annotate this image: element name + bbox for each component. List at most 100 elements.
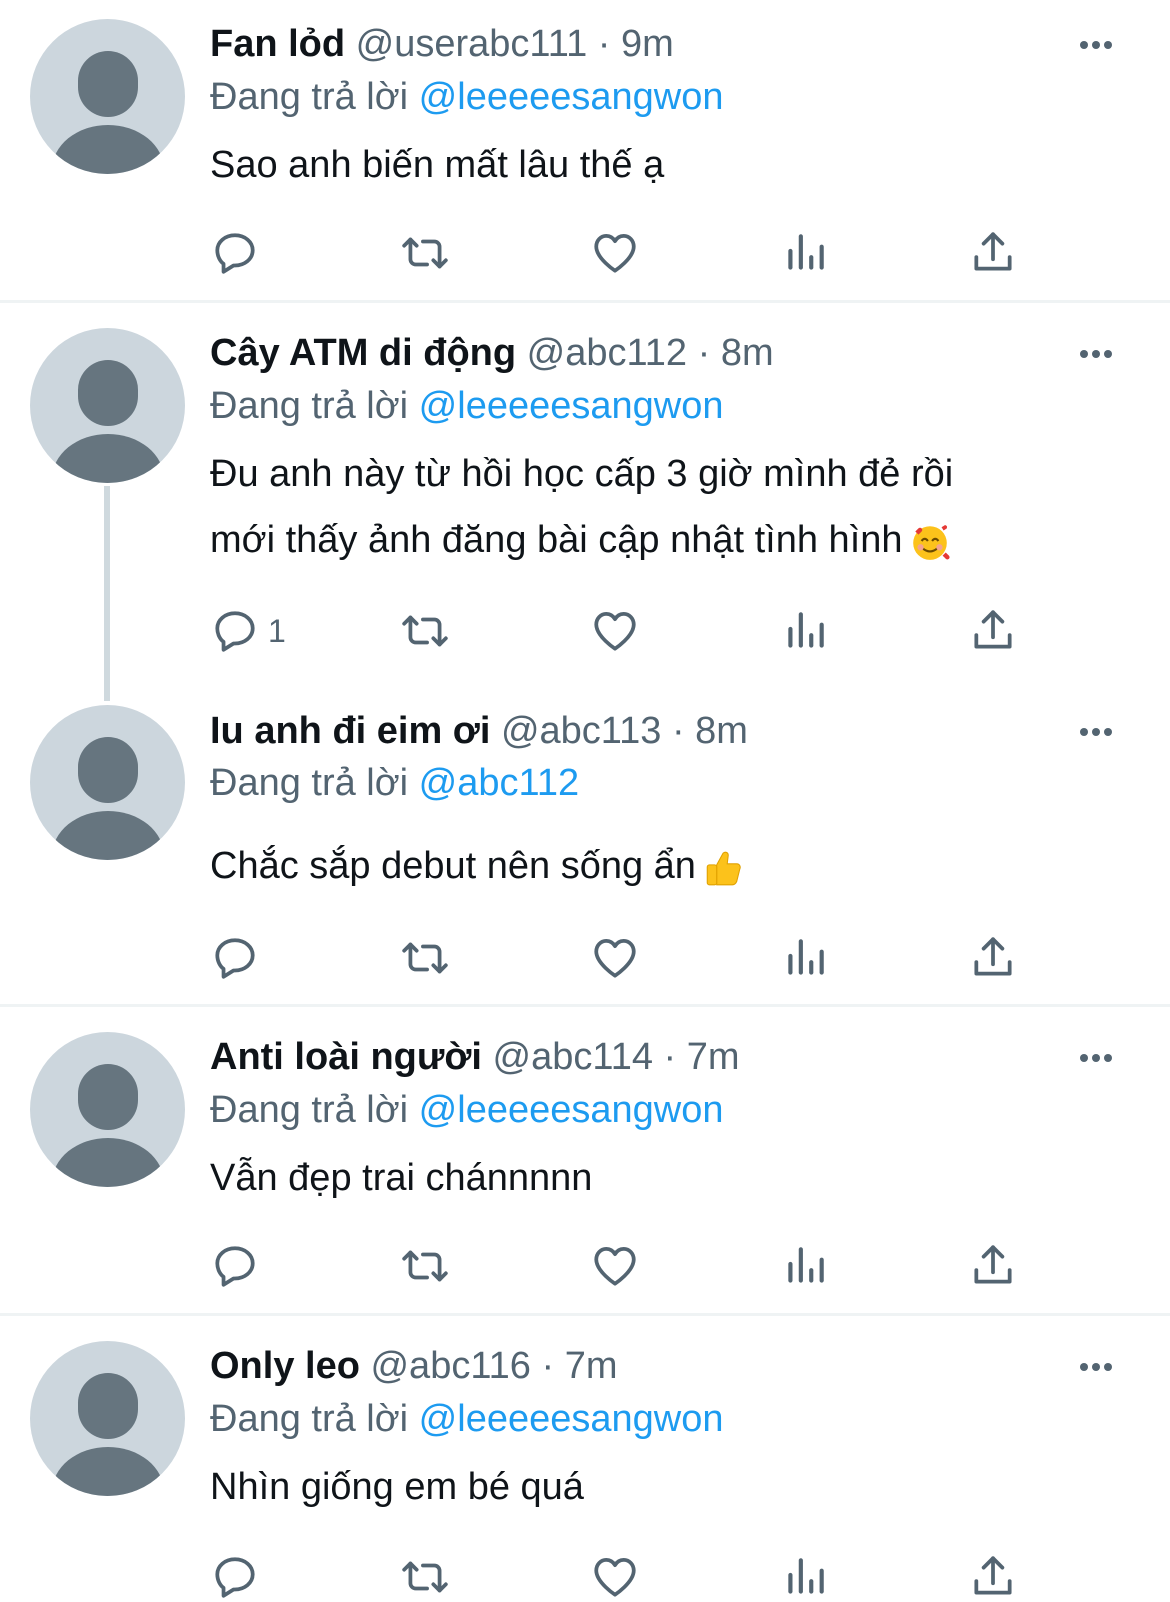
avatar-head bbox=[78, 1373, 138, 1439]
views-icon bbox=[780, 228, 830, 278]
timestamp[interactable]: 7m bbox=[565, 1345, 618, 1387]
separator: · bbox=[671, 710, 685, 752]
avatar-body bbox=[52, 811, 164, 860]
avatar[interactable] bbox=[30, 328, 185, 483]
avatar-head bbox=[78, 1064, 138, 1130]
share-icon bbox=[968, 1552, 1018, 1602]
replying-to: Đang trả lời @leeeeesangwon bbox=[210, 384, 723, 428]
replying-to: Đang trả lời @leeeeesangwon bbox=[210, 1088, 723, 1132]
action-bar bbox=[0, 228, 1170, 278]
more-icon[interactable] bbox=[1076, 1357, 1116, 1377]
share-button[interactable] bbox=[968, 606, 1018, 656]
reply-button[interactable]: 1 bbox=[210, 606, 286, 656]
share-button[interactable] bbox=[968, 933, 1018, 983]
share-button[interactable] bbox=[968, 1241, 1018, 1291]
views-button[interactable] bbox=[780, 933, 830, 983]
reply-button[interactable] bbox=[210, 1552, 260, 1602]
display-name[interactable]: Iu anh đi eim ơi bbox=[210, 710, 490, 752]
reply-button[interactable] bbox=[210, 228, 260, 278]
mention-link[interactable]: @abc112 bbox=[419, 762, 579, 804]
retweet-button[interactable] bbox=[400, 1552, 450, 1602]
reply-icon bbox=[210, 1241, 260, 1291]
replying-to: Đang trả lời @leeeeesangwon bbox=[210, 1397, 723, 1441]
like-button[interactable] bbox=[590, 933, 640, 983]
replying-label: Đang trả lời bbox=[210, 762, 409, 804]
mention-link[interactable]: @leeeeesangwon bbox=[419, 385, 724, 427]
replying-label: Đang trả lời bbox=[210, 1089, 409, 1131]
tweet-text: Đu anh này từ hồi học cấp 3 giờ mình đẻ … bbox=[210, 441, 1110, 573]
separator: · bbox=[697, 332, 711, 374]
share-button[interactable] bbox=[968, 1552, 1018, 1602]
timestamp[interactable]: 7m bbox=[687, 1036, 740, 1078]
separator: · bbox=[597, 23, 611, 65]
timestamp[interactable]: 8m bbox=[721, 332, 774, 374]
heart-icon bbox=[590, 933, 640, 983]
separator: · bbox=[663, 1036, 677, 1078]
handle[interactable]: @userabc111 bbox=[356, 23, 588, 65]
avatar[interactable] bbox=[30, 1341, 185, 1496]
handle[interactable]: @abc113 bbox=[501, 710, 661, 752]
more-icon[interactable] bbox=[1076, 344, 1116, 364]
replying-to: Đang trả lời @leeeeesangwon bbox=[210, 75, 723, 119]
thread-line bbox=[104, 486, 110, 701]
handle[interactable]: @abc116 bbox=[370, 1345, 530, 1387]
retweet-icon bbox=[400, 1552, 450, 1602]
mention-link[interactable]: @leeeeesangwon bbox=[419, 76, 724, 118]
more-icon[interactable] bbox=[1076, 35, 1116, 55]
retweet-button[interactable] bbox=[400, 933, 450, 983]
share-button[interactable] bbox=[968, 228, 1018, 278]
views-button[interactable] bbox=[780, 1552, 830, 1602]
replying-label: Đang trả lời bbox=[210, 76, 409, 118]
tweet-text: Chắc sắp debut nên sống ẩn bbox=[210, 833, 1110, 899]
replying-label: Đang trả lời bbox=[210, 1398, 409, 1440]
retweet-icon bbox=[400, 933, 450, 983]
avatar[interactable] bbox=[30, 705, 185, 860]
reply-button[interactable] bbox=[210, 933, 260, 983]
handle[interactable]: @abc114 bbox=[493, 1036, 653, 1078]
tweet-1[interactable]: Fan lỏd @userabc111 · 9m Đang trả lời @l… bbox=[0, 0, 1170, 302]
action-bar bbox=[0, 1241, 1170, 1291]
mention-link[interactable]: @leeeeesangwon bbox=[419, 1089, 724, 1131]
share-icon bbox=[968, 933, 1018, 983]
display-name[interactable]: Only leo bbox=[210, 1345, 360, 1387]
display-name[interactable]: Fan lỏd bbox=[210, 23, 345, 65]
more-icon[interactable] bbox=[1076, 722, 1116, 742]
avatar[interactable] bbox=[30, 1032, 185, 1187]
retweet-button[interactable] bbox=[400, 606, 450, 656]
display-name[interactable]: Cây ATM di động bbox=[210, 332, 516, 374]
tweet-2[interactable]: Cây ATM di động @abc112 · 8m Đang trả lờ… bbox=[0, 303, 1170, 703]
reply-button[interactable] bbox=[210, 1241, 260, 1291]
tweet-text-line: Đu anh này từ hồi học cấp 3 giờ mình đẻ … bbox=[210, 453, 954, 495]
tweet-5[interactable]: Only leo @abc116 · 7m Đang trả lời @leee… bbox=[0, 1316, 1170, 1584]
like-button[interactable] bbox=[590, 228, 640, 278]
more-icon[interactable] bbox=[1076, 1048, 1116, 1068]
avatar-head bbox=[78, 51, 138, 117]
retweet-icon bbox=[400, 228, 450, 278]
heart-icon bbox=[590, 606, 640, 656]
views-button[interactable] bbox=[780, 606, 830, 656]
like-button[interactable] bbox=[590, 606, 640, 656]
retweet-icon bbox=[400, 1241, 450, 1291]
mention-link[interactable]: @leeeeesangwon bbox=[419, 1398, 724, 1440]
retweet-button[interactable] bbox=[400, 1241, 450, 1291]
tweet-4[interactable]: Anti loài người @abc114 · 7m Đang trả lờ… bbox=[0, 1007, 1170, 1313]
display-name[interactable]: Anti loài người bbox=[210, 1036, 482, 1078]
timestamp[interactable]: 9m bbox=[621, 23, 674, 65]
action-bar bbox=[0, 933, 1170, 983]
retweet-button[interactable] bbox=[400, 228, 450, 278]
views-button[interactable] bbox=[780, 228, 830, 278]
views-icon bbox=[780, 1552, 830, 1602]
tweet-3[interactable]: Iu anh đi eim ơi @abc113 · 8m Đang trả l… bbox=[0, 703, 1170, 1005]
views-button[interactable] bbox=[780, 1241, 830, 1291]
handle[interactable]: @abc112 bbox=[527, 332, 687, 374]
replying-to: Đang trả lời @abc112 bbox=[210, 761, 579, 805]
like-button[interactable] bbox=[590, 1241, 640, 1291]
views-icon bbox=[780, 1241, 830, 1291]
separator: · bbox=[541, 1345, 555, 1387]
share-icon bbox=[968, 228, 1018, 278]
avatar[interactable] bbox=[30, 19, 185, 174]
views-icon bbox=[780, 606, 830, 656]
tweet-text: Sao anh biến mất lâu thế ạ bbox=[210, 144, 665, 186]
like-button[interactable] bbox=[590, 1552, 640, 1602]
timestamp[interactable]: 8m bbox=[695, 710, 748, 752]
